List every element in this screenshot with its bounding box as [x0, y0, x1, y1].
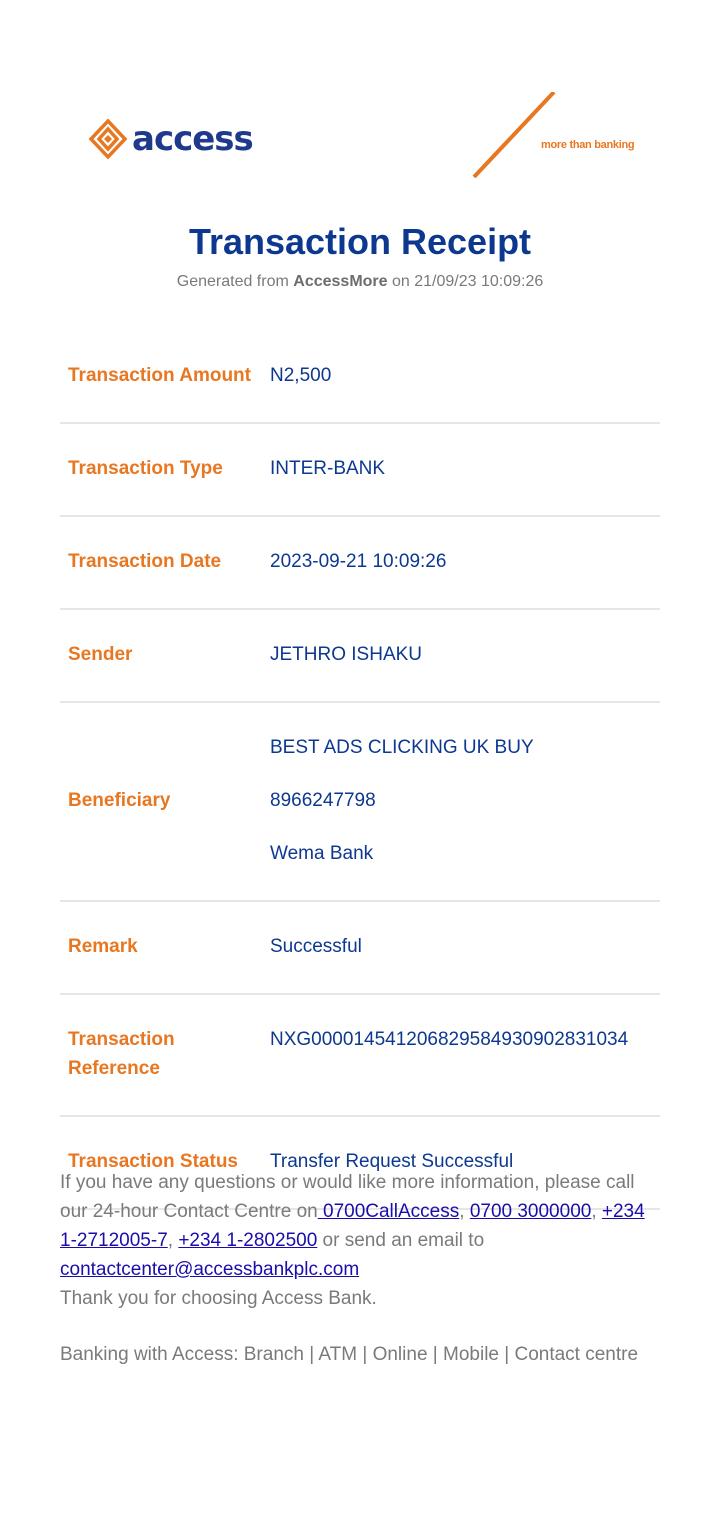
table-row: Transaction Reference NXG000014541206829… — [60, 994, 660, 1117]
table-row: Transaction Amount N2,500 — [60, 331, 660, 424]
row-label: Transaction Date — [60, 516, 262, 610]
email-prompt: or send an email to — [317, 1230, 485, 1251]
row-label: Remark — [60, 901, 262, 995]
header: access more than banking Transaction Rec… — [0, 0, 720, 290]
phone-link-callaccess[interactable]: 0700CallAccess — [318, 1201, 459, 1222]
table-row: Sender JETHRO ISHAKU — [60, 609, 660, 703]
contact-footer: If you have any questions or would like … — [60, 1168, 660, 1313]
beneficiary-details: BEST ADS CLICKING UK BUY 8966247798 Wema… — [262, 702, 660, 902]
beneficiary-bank: Wema Bank — [270, 843, 374, 864]
row-value: JETHRO ISHAKU — [262, 609, 660, 703]
generated-prefix: Generated from — [176, 273, 289, 290]
access-logo: access — [88, 118, 254, 160]
separator: , — [459, 1201, 470, 1222]
separator: , — [167, 1230, 179, 1251]
row-value: 2023-09-21 10:09:26 — [262, 516, 660, 610]
table-row: Beneficiary BEST ADS CLICKING UK BUY 896… — [60, 702, 660, 902]
access-diamond-icon — [88, 118, 128, 160]
row-value: N2,500 — [262, 331, 660, 424]
phone-link-1[interactable]: 0700 3000000 — [470, 1201, 592, 1222]
generated-app: AccessMore — [293, 273, 388, 290]
email-link[interactable]: contactcenter@accessbankplc.com — [60, 1259, 359, 1280]
generated-suffix: on 21/09/23 10:09:26 — [392, 273, 544, 290]
row-label: Sender — [60, 609, 262, 703]
row-label: Beneficiary — [60, 702, 262, 902]
generated-info: Generated from AccessMore on 21/09/23 10… — [0, 273, 720, 291]
phone-link-3[interactable]: +234 1-2802500 — [178, 1230, 317, 1251]
row-label: Transaction Reference — [60, 994, 262, 1117]
table-row: Transaction Date 2023-09-21 10:09:26 — [60, 516, 660, 610]
orange-slash-graphic — [472, 92, 556, 178]
row-value: INTER-BANK — [262, 423, 660, 517]
table-row: Transaction Type INTER-BANK — [60, 423, 660, 517]
row-label: Transaction Type — [60, 423, 262, 517]
access-wordmark: access — [132, 119, 254, 159]
row-label: Transaction Amount — [60, 331, 262, 424]
row-value: Successful — [262, 901, 660, 995]
banking-channels: Banking with Access: Branch | ATM | Onli… — [60, 1344, 639, 1365]
brand-tagline: more than banking — [541, 139, 635, 151]
page-title: Transaction Receipt — [188, 221, 532, 262]
beneficiary-name: BEST ADS CLICKING UK BUY — [270, 737, 534, 758]
receipt-table: Transaction Amount N2,500 Transaction Ty… — [60, 331, 660, 1210]
separator: , — [591, 1201, 602, 1222]
beneficiary-account: 8966247798 — [270, 790, 376, 811]
row-value: NXG000014541206829584930902831034 — [262, 994, 660, 1117]
thanks-text: Thank you for choosing Access Bank. — [60, 1288, 377, 1309]
table-row: Remark Successful — [60, 901, 660, 995]
